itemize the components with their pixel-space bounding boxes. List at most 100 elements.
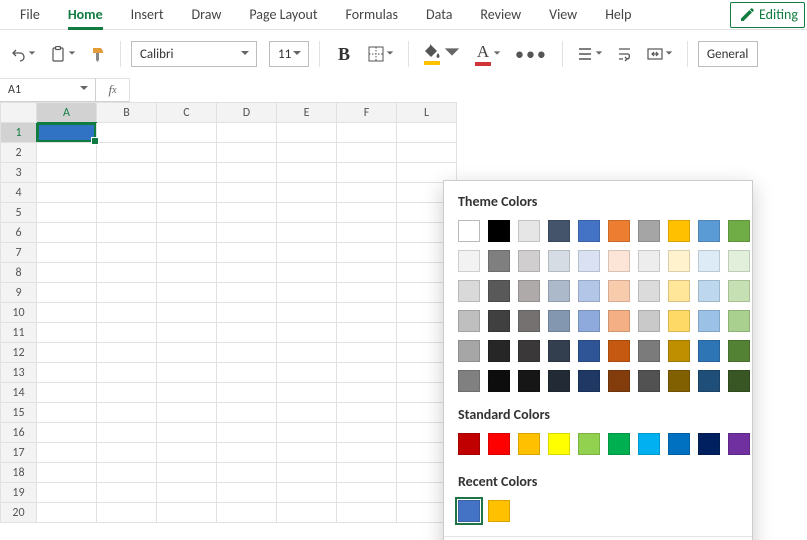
cell[interactable] — [217, 423, 277, 443]
cell[interactable] — [217, 343, 277, 363]
tab-help[interactable]: Help — [591, 0, 645, 30]
cell[interactable] — [157, 263, 217, 283]
cell[interactable] — [97, 423, 157, 443]
cell[interactable] — [157, 443, 217, 463]
cell[interactable] — [217, 223, 277, 243]
color-swatch[interactable] — [548, 250, 570, 272]
color-swatch[interactable] — [668, 433, 690, 455]
color-swatch[interactable] — [698, 370, 720, 392]
cell[interactable] — [37, 143, 97, 163]
color-swatch[interactable] — [548, 370, 570, 392]
cell[interactable] — [37, 243, 97, 263]
color-swatch[interactable] — [548, 340, 570, 362]
cell[interactable] — [157, 123, 217, 143]
row-header[interactable]: 10 — [1, 303, 37, 323]
cell[interactable] — [277, 163, 337, 183]
color-swatch[interactable] — [668, 280, 690, 302]
cell[interactable] — [277, 203, 337, 223]
formula-input[interactable] — [130, 78, 807, 102]
column-header[interactable]: F — [337, 103, 397, 123]
cell[interactable] — [277, 263, 337, 283]
cell[interactable] — [337, 423, 397, 443]
row-header[interactable]: 7 — [1, 243, 37, 263]
color-swatch[interactable] — [578, 310, 600, 332]
cell[interactable] — [37, 183, 97, 203]
color-swatch[interactable] — [608, 433, 630, 455]
color-swatch[interactable] — [638, 340, 660, 362]
cell[interactable] — [37, 123, 97, 143]
cell[interactable] — [277, 463, 337, 483]
color-swatch[interactable] — [698, 280, 720, 302]
color-swatch[interactable] — [638, 370, 660, 392]
cell[interactable] — [157, 303, 217, 323]
cell[interactable] — [337, 343, 397, 363]
column-header[interactable]: L — [397, 103, 457, 123]
color-swatch[interactable] — [458, 250, 480, 272]
cell[interactable] — [157, 463, 217, 483]
font-size-combo[interactable]: 11 — [269, 41, 309, 67]
cell[interactable] — [277, 383, 337, 403]
color-swatch[interactable] — [548, 280, 570, 302]
cell[interactable] — [217, 303, 277, 323]
cell[interactable] — [277, 283, 337, 303]
cell[interactable] — [37, 263, 97, 283]
fill-color-button[interactable] — [419, 39, 465, 69]
row-header[interactable]: 20 — [1, 503, 37, 523]
color-swatch[interactable] — [518, 250, 540, 272]
cell[interactable] — [157, 283, 217, 303]
row-header[interactable]: 9 — [1, 283, 37, 303]
cell[interactable] — [337, 163, 397, 183]
cell[interactable] — [157, 203, 217, 223]
cell[interactable] — [337, 303, 397, 323]
cell[interactable] — [337, 143, 397, 163]
color-swatch[interactable] — [698, 340, 720, 362]
cell[interactable] — [217, 403, 277, 423]
color-swatch[interactable] — [458, 220, 480, 242]
more-font-button[interactable]: ••• — [511, 39, 552, 69]
color-swatch[interactable] — [488, 220, 510, 242]
color-swatch[interactable] — [668, 340, 690, 362]
color-swatch[interactable] — [668, 370, 690, 392]
cell[interactable] — [337, 223, 397, 243]
cell[interactable] — [337, 203, 397, 223]
cell[interactable] — [97, 303, 157, 323]
color-swatch[interactable] — [638, 220, 660, 242]
cell[interactable] — [337, 243, 397, 263]
row-header[interactable]: 17 — [1, 443, 37, 463]
cell[interactable] — [337, 383, 397, 403]
borders-button[interactable] — [364, 39, 398, 69]
cell[interactable] — [277, 123, 337, 143]
cell[interactable] — [37, 403, 97, 423]
cell[interactable] — [217, 123, 277, 143]
cell[interactable] — [97, 443, 157, 463]
color-swatch[interactable] — [728, 280, 750, 302]
row-header[interactable]: 11 — [1, 323, 37, 343]
cell[interactable] — [97, 263, 157, 283]
cell[interactable] — [97, 163, 157, 183]
cell[interactable] — [97, 323, 157, 343]
row-header[interactable]: 5 — [1, 203, 37, 223]
cell[interactable] — [337, 503, 397, 523]
tab-review[interactable]: Review — [466, 0, 535, 30]
cell[interactable] — [37, 163, 97, 183]
cell[interactable] — [277, 363, 337, 383]
color-swatch[interactable] — [548, 220, 570, 242]
color-swatch[interactable] — [458, 280, 480, 302]
cell[interactable] — [157, 423, 217, 443]
color-swatch[interactable] — [488, 250, 510, 272]
color-swatch[interactable] — [458, 340, 480, 362]
cell[interactable] — [217, 363, 277, 383]
cell[interactable] — [37, 323, 97, 343]
cell[interactable] — [217, 143, 277, 163]
color-swatch[interactable] — [518, 340, 540, 362]
color-swatch[interactable] — [458, 433, 480, 455]
cell[interactable] — [277, 343, 337, 363]
cell[interactable] — [337, 403, 397, 423]
cell[interactable] — [277, 503, 337, 523]
color-swatch[interactable] — [578, 433, 600, 455]
color-swatch[interactable] — [638, 280, 660, 302]
cell[interactable] — [337, 263, 397, 283]
tab-formulas[interactable]: Formulas — [332, 0, 412, 30]
color-swatch[interactable] — [548, 433, 570, 455]
color-swatch[interactable] — [608, 220, 630, 242]
